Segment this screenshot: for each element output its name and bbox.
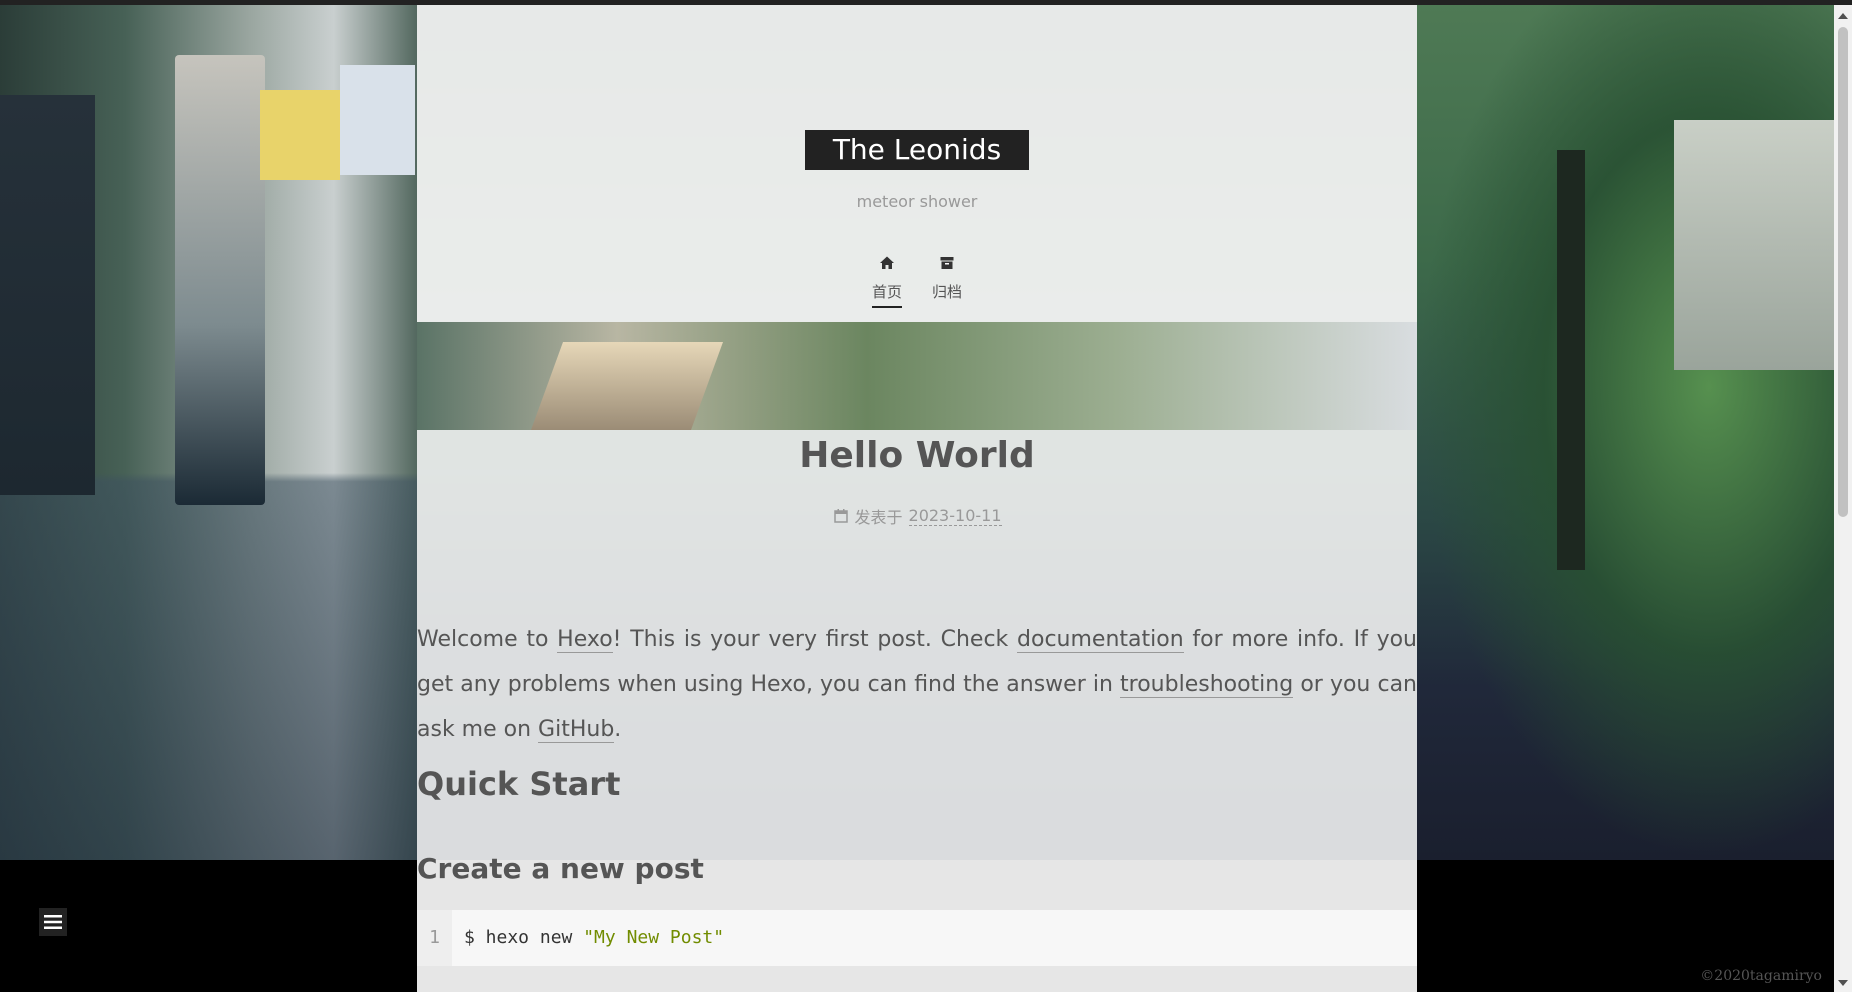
hexo-link[interactable]: Hexo xyxy=(557,627,613,653)
intro-text: Welcome to xyxy=(417,627,558,652)
nav-item-archive[interactable]: 归档 xyxy=(932,255,962,308)
top-border xyxy=(0,0,1852,5)
post-meta-prefix: 发表于 xyxy=(854,508,903,528)
page-scrollbar[interactable] xyxy=(1834,5,1852,992)
post-date: 2023-10-11 xyxy=(908,506,1002,527)
heading-quick-start: Quick Start xyxy=(417,765,621,803)
heading-create-post: Create a new post xyxy=(417,852,704,885)
intro-text: . xyxy=(614,717,622,742)
scrollbar-thumb[interactable] xyxy=(1838,27,1848,517)
intro-text: ! This is your very first post. Check xyxy=(612,627,1018,652)
nav-item-label: 首页 xyxy=(871,281,902,308)
archive-icon xyxy=(940,257,954,269)
site-subtitle: meteor shower xyxy=(856,192,978,211)
scroll-down-arrow-icon[interactable] xyxy=(1838,980,1848,986)
code-command: $ hexo new xyxy=(464,927,584,948)
nav-item-home[interactable]: 首页 xyxy=(871,255,902,308)
post-intro-paragraph: Welcome to Hexo! This is your very first… xyxy=(417,617,1417,752)
copyright-text: ©2020tagamiryo xyxy=(1700,968,1822,984)
hamburger-icon xyxy=(44,915,62,929)
background-left-scene xyxy=(0,0,417,860)
bg-shape xyxy=(1557,150,1585,570)
menu-toggle-button[interactable] xyxy=(39,908,67,936)
documentation-link[interactable]: documentation xyxy=(1017,627,1184,653)
background-center-strip xyxy=(417,322,1417,430)
bg-shape xyxy=(260,90,340,180)
code-line-number: 1 xyxy=(417,910,452,966)
github-link[interactable]: GitHub xyxy=(538,717,615,743)
nav-item-label: 归档 xyxy=(932,283,963,301)
troubleshooting-link[interactable]: troubleshooting xyxy=(1120,672,1294,698)
post-article: Hello World 发表于 2023-10-11 Welcome to He… xyxy=(417,430,1417,860)
code-line: $ hexo new "My New Post" xyxy=(452,910,724,966)
bg-shape xyxy=(175,55,265,505)
code-string: "My New Post" xyxy=(583,927,725,948)
background-right-scene xyxy=(1417,0,1834,860)
post-title[interactable]: Hello World xyxy=(417,432,1417,480)
bg-shape xyxy=(530,342,724,430)
post-meta: 发表于 2023-10-11 xyxy=(417,504,1417,528)
main-nav: 首页 归档 xyxy=(417,255,1417,308)
calendar-icon xyxy=(833,509,848,523)
home-icon xyxy=(879,256,894,269)
code-block: 1 $ hexo new "My New Post" xyxy=(417,910,1417,966)
bg-shape xyxy=(0,95,95,495)
site-header: The Leonids meteor shower 首页 归档 xyxy=(417,5,1417,322)
bg-shape xyxy=(1674,120,1834,370)
scroll-up-arrow-icon[interactable] xyxy=(1838,13,1848,19)
site-title[interactable]: The Leonids xyxy=(804,130,1030,170)
bg-shape xyxy=(340,65,415,175)
